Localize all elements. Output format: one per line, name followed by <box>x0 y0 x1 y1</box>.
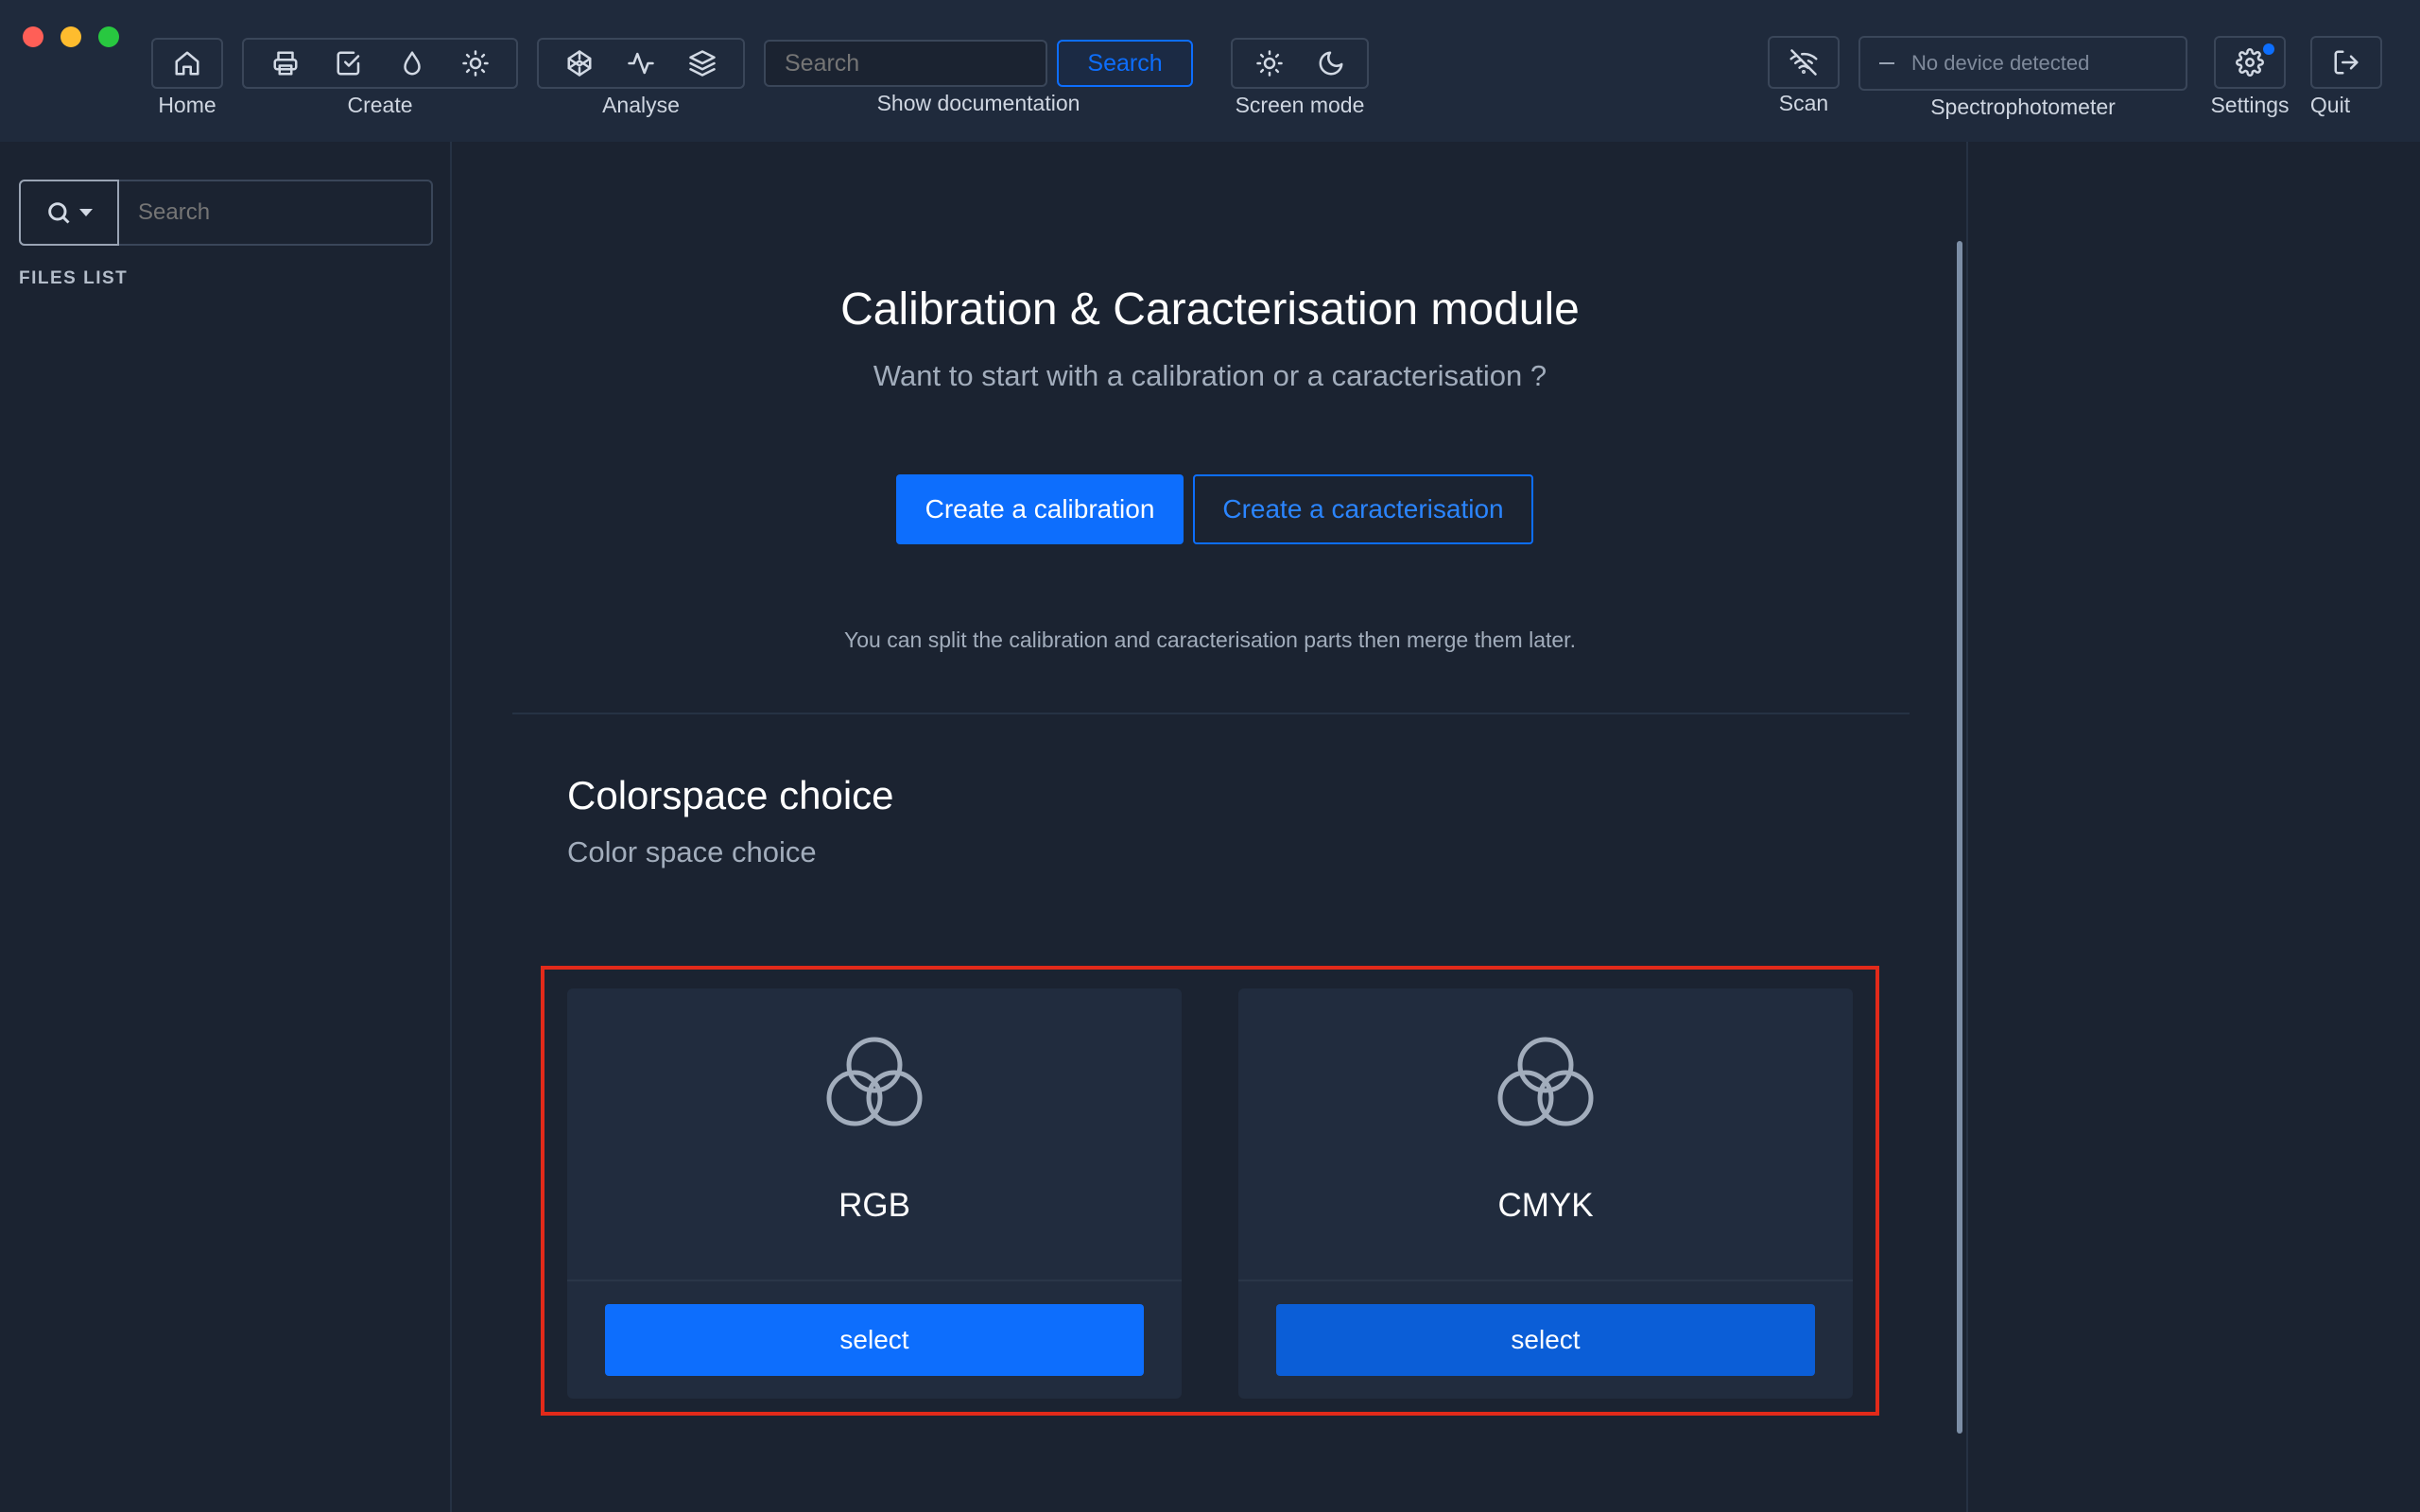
light-button[interactable] <box>450 42 501 85</box>
split-hint-text: You can split the calibration and caract… <box>844 627 1576 652</box>
main-scrollbar[interactable] <box>1957 241 1962 1434</box>
wifi-off-icon <box>1789 49 1818 76</box>
create-group <box>242 38 518 89</box>
scan-label: Scan <box>1778 91 1829 115</box>
layers-button[interactable] <box>677 42 728 85</box>
device-selector[interactable]: No device detected <box>1858 36 2187 91</box>
right-panel <box>1966 142 2420 1512</box>
moon-icon <box>1319 51 1342 76</box>
cmyk-label: CMYK <box>1497 1187 1594 1224</box>
create-calibration-button[interactable]: Create a calibration <box>896 474 1184 544</box>
card-divider <box>567 1280 1182 1281</box>
search-filter-dropdown[interactable] <box>19 180 119 246</box>
spectrophotometer-label: Spectrophotometer <box>1930 94 2116 119</box>
dash-icon <box>1879 62 1894 64</box>
card-divider <box>1238 1280 1853 1281</box>
printer-icon <box>273 51 297 76</box>
colorspace-subtitle: Color space choice <box>567 835 817 868</box>
codepen-icon <box>567 50 592 77</box>
check-square-icon <box>337 51 359 76</box>
activity-icon <box>628 52 654 75</box>
sun-icon <box>461 50 489 77</box>
colorspace-title: Colorspace choice <box>567 773 894 817</box>
cmyk-card: CMYK select <box>1238 988 1853 1399</box>
rgb-label: RGB <box>838 1187 910 1224</box>
color-circles-icon <box>1495 1034 1596 1130</box>
files-sidebar: FILES LIST <box>0 142 452 1512</box>
window-minimize-button[interactable] <box>60 26 81 47</box>
create-label: Create <box>347 93 413 117</box>
quit-button[interactable] <box>2310 36 2382 89</box>
sun-icon <box>1255 50 1283 77</box>
print-button[interactable] <box>260 42 311 85</box>
window-close-button[interactable] <box>23 26 43 47</box>
page-subtitle: Want to start with a calibration or a ca… <box>873 359 1547 392</box>
screen-mode-group <box>1231 38 1369 89</box>
droplet-button[interactable] <box>387 42 438 85</box>
light-mode-button[interactable] <box>1244 42 1295 85</box>
chevron-down-icon <box>79 209 93 216</box>
analyse-label: Analyse <box>602 93 680 117</box>
top-toolbar: Home Create Analyse Search Show document… <box>0 0 2420 142</box>
quit-label: Quit <box>2309 93 2351 117</box>
gear-icon <box>2236 48 2264 77</box>
select-rgb-button[interactable]: select <box>605 1304 1144 1376</box>
dark-mode-button[interactable] <box>1305 42 1357 85</box>
checkbox-button[interactable] <box>323 42 374 85</box>
files-list-heading: FILES LIST <box>19 268 129 288</box>
files-search-input[interactable] <box>119 181 431 244</box>
settings-button[interactable] <box>2214 36 2286 89</box>
documentation-search-button[interactable]: Search <box>1057 40 1193 87</box>
color-circles-icon <box>824 1034 925 1130</box>
scan-button[interactable] <box>1768 36 1840 89</box>
screen-mode-label: Screen mode <box>1235 93 1365 117</box>
analyse-group <box>537 38 745 89</box>
section-divider <box>512 713 1910 714</box>
log-out-icon <box>2334 50 2359 75</box>
home-button[interactable] <box>162 42 213 85</box>
home-label: Home <box>158 93 216 117</box>
droplet-icon <box>403 51 421 76</box>
settings-label: Settings <box>2210 93 2290 117</box>
activity-button[interactable] <box>615 42 666 85</box>
search-icon <box>48 202 70 224</box>
window-zoom-button[interactable] <box>98 26 119 47</box>
page-title: Calibration & Caracterisation module <box>840 284 1580 335</box>
show-documentation-label: Show documentation <box>876 91 1080 115</box>
device-status: No device detected <box>1911 51 2090 75</box>
files-search <box>19 180 433 246</box>
cube-button[interactable] <box>554 42 605 85</box>
documentation-search-input[interactable] <box>764 40 1047 87</box>
notification-dot <box>2263 43 2274 55</box>
create-caracterisation-button[interactable]: Create a caracterisation <box>1193 474 1533 544</box>
home-icon <box>175 51 199 76</box>
home-group <box>151 38 223 89</box>
select-cmyk-button[interactable]: select <box>1276 1304 1815 1376</box>
layers-icon <box>689 50 717 77</box>
rgb-card: RGB select <box>567 988 1182 1399</box>
